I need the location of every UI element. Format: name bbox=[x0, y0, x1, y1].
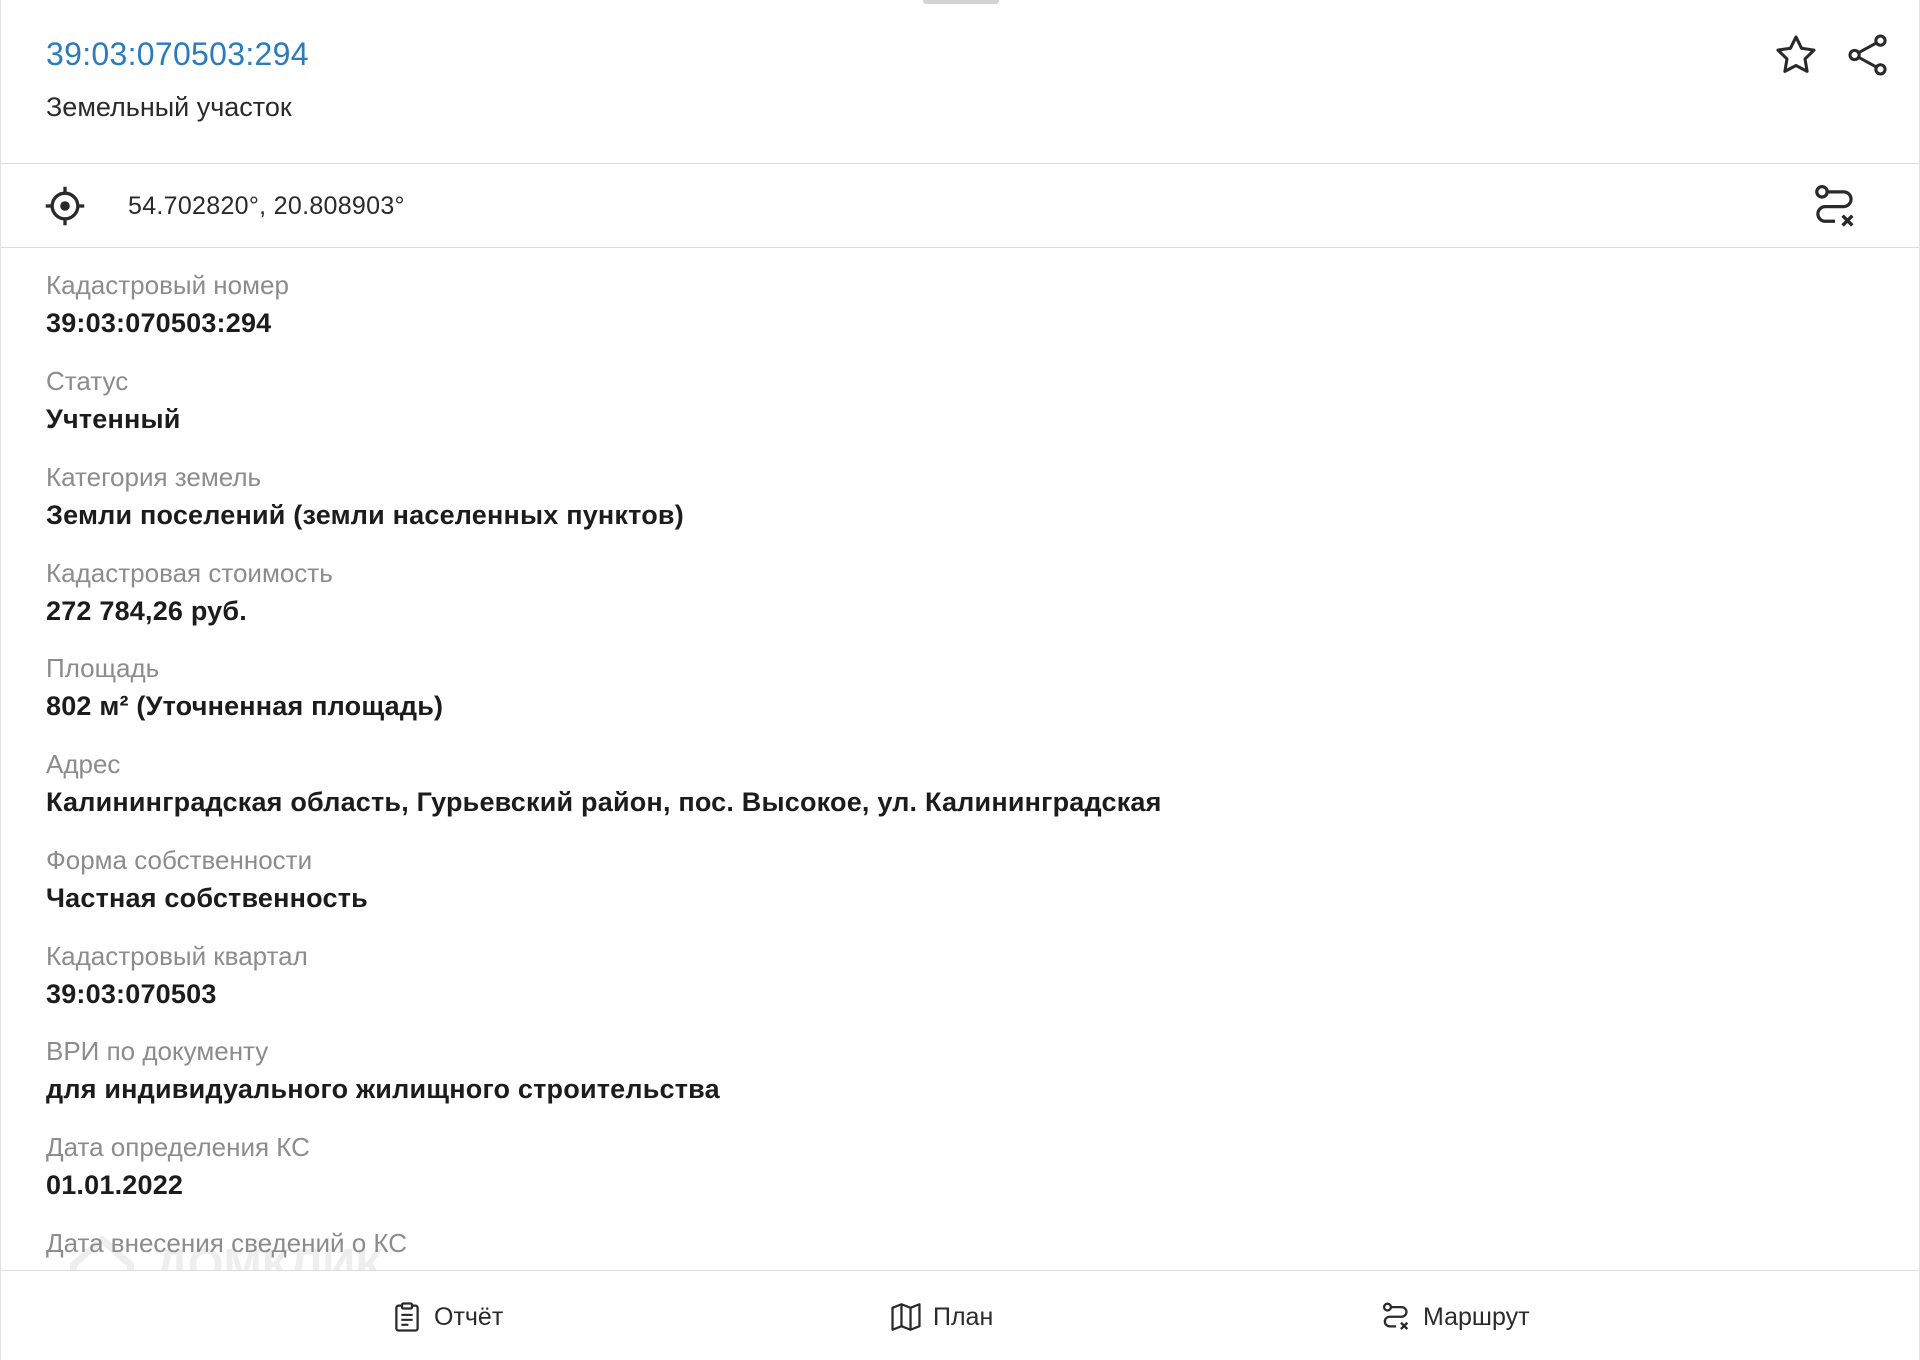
card-header: 39:03:070503:294 Земельный участок bbox=[1, 0, 1919, 164]
bottom-action-bar: Отчёт План Маршрут bbox=[1, 1270, 1919, 1360]
property-fields: Кадастровый номер 39:03:070503:294 Стату… bbox=[1, 248, 1919, 1270]
coordinates-bar: 54.702820°, 20.808903° bbox=[1, 165, 1919, 248]
clipboard-icon bbox=[395, 1302, 419, 1332]
field-value: для индивидуального жилищного строительс… bbox=[46, 1074, 720, 1104]
field-value: 39:03:070503:294 bbox=[46, 308, 272, 338]
field-label: Статус bbox=[46, 366, 129, 396]
field-ownership: Форма собственности Частная собственност… bbox=[46, 823, 1846, 915]
field-label: Категория земель bbox=[46, 462, 262, 492]
field-label: Кадастровая стоимость bbox=[46, 558, 333, 588]
field-label: Кадастровый квартал bbox=[46, 941, 308, 971]
cadastral-number-link[interactable]: 39:03:070503:294 bbox=[46, 36, 309, 73]
field-status: Статус Учтенный bbox=[46, 344, 1846, 436]
property-card: 39:03:070503:294 Земельный участок 54.70… bbox=[0, 0, 1920, 1360]
field-cadastral-number: Кадастровый номер 39:03:070503:294 bbox=[46, 248, 1846, 340]
route-icon bbox=[1382, 1302, 1409, 1330]
field-label: Площадь bbox=[46, 653, 160, 683]
route-icon bbox=[1815, 185, 1854, 227]
field-value: Частная собственность bbox=[46, 883, 368, 913]
field-value: 802 м² (Уточненная площадь) bbox=[46, 691, 444, 721]
field-label: Форма собственности bbox=[46, 845, 313, 875]
target-icon bbox=[45, 186, 85, 226]
object-type: Земельный участок bbox=[46, 92, 292, 122]
field-permitted-use: ВРИ по документу для индивидуального жил… bbox=[46, 1014, 1846, 1106]
plan-label: План bbox=[933, 1302, 994, 1331]
field-label: Дата определения КС bbox=[46, 1132, 310, 1162]
field-value: 39:03:070503 bbox=[46, 979, 217, 1009]
field-cadastral-value: Кадастровая стоимость 272 784,26 руб. bbox=[46, 536, 1846, 628]
field-value: 272 784,26 руб. bbox=[46, 596, 247, 626]
plan-button[interactable]: План bbox=[889, 1297, 993, 1337]
field-value: Учтенный bbox=[46, 404, 181, 434]
field-label: ВРИ по документу bbox=[46, 1036, 269, 1066]
share-icon bbox=[1848, 34, 1887, 76]
field-land-category: Категория земель Земли поселений (земли … bbox=[46, 440, 1846, 532]
route-button[interactable] bbox=[1809, 181, 1861, 233]
field-cadastral-quarter: Кадастровый квартал 39:03:070503 bbox=[46, 919, 1846, 1011]
field-value: 01.01.2022 bbox=[46, 1170, 184, 1200]
field-value: Калининградская область, Гурьевский райо… bbox=[46, 787, 1162, 817]
report-button[interactable]: Отчёт bbox=[390, 1297, 503, 1337]
route-tab-button[interactable]: Маршрут bbox=[1379, 1297, 1530, 1337]
coordinates-text[interactable]: 54.702820°, 20.808903° bbox=[128, 192, 405, 221]
share-button[interactable] bbox=[1843, 30, 1893, 80]
star-icon bbox=[1776, 35, 1816, 73]
field-label: Адрес bbox=[46, 749, 121, 779]
favorite-button[interactable] bbox=[1771, 30, 1821, 80]
field-valuation-date: Дата определения КС 01.01.2022 bbox=[46, 1110, 1846, 1202]
field-area: Площадь 802 м² (Уточненная площадь) bbox=[46, 631, 1846, 723]
route-label: Маршрут bbox=[1423, 1302, 1530, 1331]
map-icon bbox=[891, 1303, 921, 1331]
field-label: Кадастровый номер bbox=[46, 270, 289, 300]
report-label: Отчёт bbox=[434, 1302, 504, 1331]
field-value: Земли поселений (земли населенных пункто… bbox=[46, 500, 684, 530]
field-address: Адрес Калининградская область, Гурьевски… bbox=[46, 727, 1846, 819]
